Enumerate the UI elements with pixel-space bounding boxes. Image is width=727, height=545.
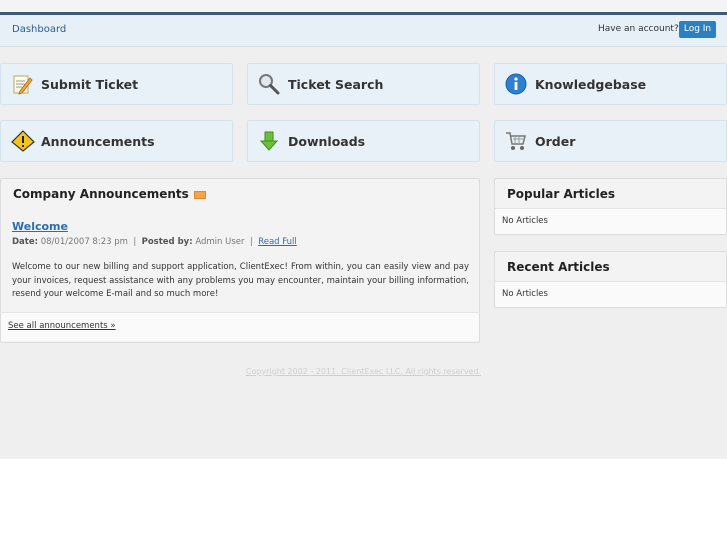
see-all-footer: See all announcements » [1,312,479,341]
posted-by-label: Posted by: [141,237,193,247]
date-label: Date: [12,237,39,247]
announcement-meta: Date: 08/01/2007 8:23 pm | Posted by: Ad… [12,237,297,247]
downloads-tile[interactable]: Downloads [247,120,480,162]
announcement-date: 08/01/2007 8:23 pm [40,237,128,247]
recent-articles-body: No Articles [495,281,726,307]
submit-ticket-icon [11,73,33,95]
ticket-search-label: Ticket Search [288,77,384,92]
knowledgebase-tile[interactable]: Knowledgebase [494,63,727,105]
copyright-link[interactable]: Copyright 2002 - 2011. ClientExec LLC. A… [0,367,727,376]
recent-articles-panel: Recent Articles No Articles [494,251,727,308]
order-tile[interactable]: Order [494,120,727,162]
page: Dashboard Have an account? Log In Submit… [0,0,727,459]
announcement-body: Welcome to our new billing and support a… [12,262,469,299]
download-arrow-icon [258,130,280,152]
magnifier-icon [258,73,280,95]
dashboard-link[interactable]: Dashboard [12,24,66,35]
read-full-link[interactable]: Read Full [258,237,297,247]
popular-articles-empty: No Articles [502,216,548,226]
meta-separator: | [249,237,253,247]
recent-articles-empty: No Articles [502,289,548,299]
meta-separator: | [133,237,137,247]
shopping-cart-icon [505,130,527,152]
ticket-search-tile[interactable]: Ticket Search [247,63,480,105]
popular-articles-panel: Popular Articles No Articles [494,178,727,235]
popular-articles-title: Popular Articles [507,187,616,201]
announcements-panel: Company Announcements Welcome Date: 08/0… [0,178,480,343]
see-all-announcements-link[interactable]: See all announcements » [8,321,116,331]
order-label: Order [535,134,576,149]
announcements-header: Company Announcements [1,179,479,201]
announcement-title-link[interactable]: Welcome [12,220,68,233]
rss-icon[interactable] [193,190,206,199]
recent-articles-title: Recent Articles [507,260,610,274]
popular-articles-body: No Articles [495,208,726,234]
submit-ticket-label: Submit Ticket [41,77,139,92]
submit-ticket-tile[interactable]: Submit Ticket [0,63,233,105]
login-button[interactable]: Log In [679,21,716,38]
top-strip [0,0,727,12]
announcements-title: Company Announcements [13,187,189,201]
info-icon [505,73,527,95]
announcement-author: Admin User [195,237,245,247]
have-account-text: Have an account? [598,24,679,34]
downloads-label: Downloads [288,134,366,149]
announcements-label: Announcements [41,134,155,149]
announcements-tile[interactable]: Announcements [0,120,233,162]
navigation-bar: Dashboard Have an account? Log In [0,15,727,47]
knowledgebase-label: Knowledgebase [535,77,647,92]
warning-icon [11,130,35,152]
